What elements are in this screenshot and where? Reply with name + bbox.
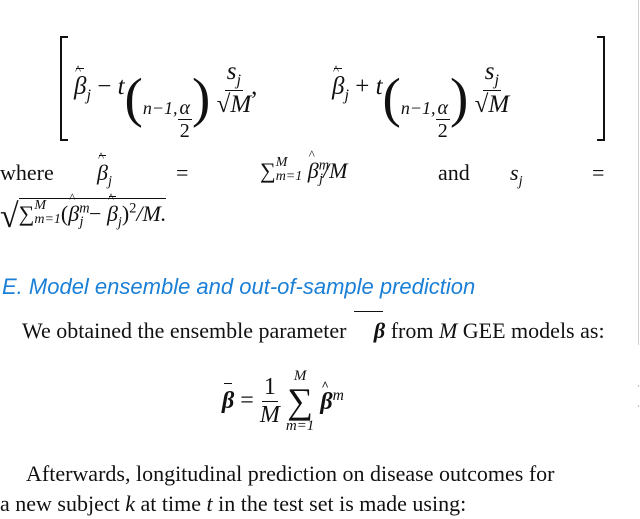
page-edge-mark <box>638 385 639 387</box>
ensemble-equation: β = 1M M ∑ m=1 βm <box>222 368 344 434</box>
word-and: and <box>438 160 470 185</box>
confidence-interval-equation: βj − t(n−1,α2) sj√M, βj + t(n−1,α2) sj√M <box>60 26 605 142</box>
paragraph-ensemble-intro: We obtained the ensemble parameter β fro… <box>0 311 612 346</box>
s-j: sj <box>510 160 523 190</box>
word-where: where <box>0 160 54 185</box>
equals-sign: = <box>176 160 189 185</box>
where-clause-line2: √∑Mm=1(βmj − βj)2/M. <box>0 190 167 236</box>
beta-bar-hat-j: βj <box>97 149 112 190</box>
equals-sign: = <box>592 160 605 185</box>
page-edge-line <box>638 0 639 345</box>
ci-upper-bound: βj + t(n−1,α2) sj√M <box>332 58 509 142</box>
left-bracket <box>60 36 68 141</box>
right-bracket <box>597 36 605 141</box>
ci-lower-bound: βj − t(n−1,α2) sj√M, <box>74 58 257 142</box>
section-heading: E. Model ensemble and out-of-sample pred… <box>2 274 476 299</box>
page-edge-mark <box>638 405 639 407</box>
sum-expression: ∑Mm=1 βmj/M <box>260 147 347 188</box>
paragraph-prediction: Afterwards, longitudinal prediction on d… <box>0 461 555 516</box>
